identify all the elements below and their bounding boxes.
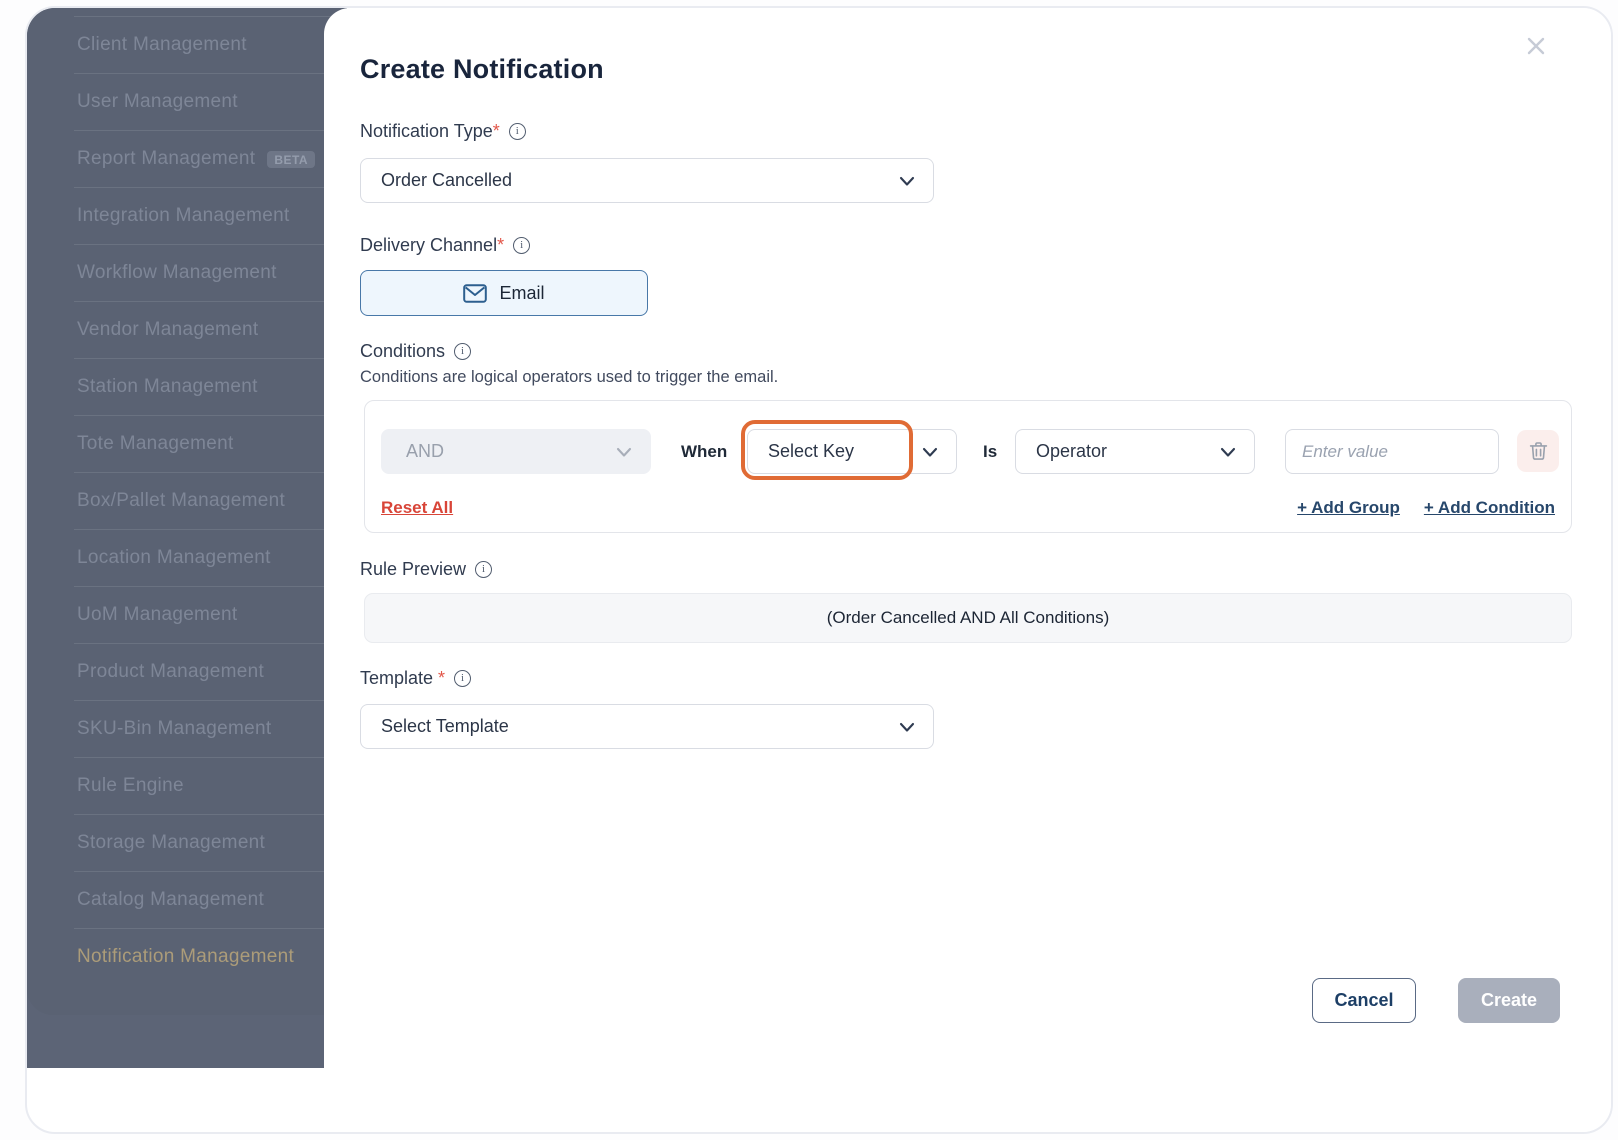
required-asterisk: * xyxy=(438,668,446,688)
template-select[interactable]: Select Template xyxy=(360,704,934,749)
info-icon[interactable]: i xyxy=(454,343,472,360)
sidebar-item-client-management[interactable]: Client Management xyxy=(74,16,347,73)
template-label-row: Template * i xyxy=(360,668,472,689)
sidebar-item-product-management[interactable]: Product Management xyxy=(74,643,347,700)
sidebar-item-station-management[interactable]: Station Management xyxy=(74,358,347,415)
sidebar-item-notification-management[interactable]: Notification Management xyxy=(74,928,347,985)
rule-preview-value: (Order Cancelled AND All Conditions) xyxy=(826,608,1110,627)
sidebar-item-user-management[interactable]: User Management xyxy=(74,73,347,130)
sidebar-item-catalog-management[interactable]: Catalog Management xyxy=(74,871,347,928)
sidebar-item-box-pallet-management[interactable]: Box/Pallet Management xyxy=(74,472,347,529)
sidebar-item-vendor-management[interactable]: Vendor Management xyxy=(74,301,347,358)
notification-type-select[interactable]: Order Cancelled xyxy=(360,158,934,203)
logic-operator-value: AND xyxy=(406,441,445,461)
conditions-description: Conditions are logical operators used to… xyxy=(360,368,779,386)
logic-operator-select[interactable]: AND xyxy=(381,429,651,474)
email-icon xyxy=(463,283,488,303)
template-placeholder: Select Template xyxy=(381,716,509,736)
chevron-down-icon xyxy=(1220,447,1236,457)
create-button[interactable]: Create xyxy=(1458,978,1560,1023)
is-label: Is xyxy=(983,441,998,461)
beta-badge: BETA xyxy=(267,150,316,168)
rule-preview-label-row: Rule Preview i xyxy=(360,559,493,580)
chevron-down-icon xyxy=(899,176,915,186)
info-icon[interactable]: i xyxy=(513,237,531,254)
page-background: Client Management User Management Report… xyxy=(0,0,1618,1140)
required-asterisk: * xyxy=(492,121,500,141)
condition-value-input[interactable] xyxy=(1285,429,1499,474)
rule-preview-label: Rule Preview xyxy=(360,559,467,579)
cancel-button[interactable]: Cancel xyxy=(1312,978,1416,1023)
page-title: Create Notification xyxy=(360,54,604,84)
notification-type-label: Notification Type* xyxy=(360,121,500,141)
conditions-label: Conditions xyxy=(360,341,446,361)
sidebar-item-tote-management[interactable]: Tote Management xyxy=(74,415,347,472)
when-label: When xyxy=(681,441,728,461)
add-group-link[interactable]: + Add Group xyxy=(1297,498,1400,518)
sidebar-item-rule-engine[interactable]: Rule Engine xyxy=(74,757,347,814)
trash-icon xyxy=(1529,442,1547,460)
delivery-channel-email-button[interactable]: Email xyxy=(360,270,648,316)
chevron-down-icon xyxy=(616,447,632,457)
condition-key-select[interactable]: Select Key xyxy=(747,429,957,474)
reset-all-link[interactable]: Reset All xyxy=(381,498,453,518)
notification-type-value: Order Cancelled xyxy=(381,170,513,190)
sidebar-item-integration-management[interactable]: Integration Management xyxy=(74,187,347,244)
delivery-channel-label-row: Delivery Channel* i xyxy=(360,235,531,256)
close-icon[interactable] xyxy=(1522,32,1550,60)
delete-condition-button[interactable] xyxy=(1517,430,1559,472)
info-icon[interactable]: i xyxy=(454,670,472,687)
sidebar-menu: Client Management User Management Report… xyxy=(27,8,347,1015)
sidebar-item-report-management[interactable]: Report Management BETA xyxy=(74,130,347,187)
add-condition-link[interactable]: + Add Condition xyxy=(1424,498,1555,518)
rule-preview-box: (Order Cancelled AND All Conditions) xyxy=(364,593,1572,643)
create-notification-modal: Create Notification Notification Type* i… xyxy=(324,8,1611,1132)
sidebar-item-uom-management[interactable]: UoM Management xyxy=(74,586,347,643)
chevron-down-icon xyxy=(899,722,915,732)
info-icon[interactable]: i xyxy=(475,561,493,578)
sidebar-item-workflow-management[interactable]: Workflow Management xyxy=(74,244,347,301)
condition-actions: + Add Group + Add Condition xyxy=(1297,498,1555,518)
condition-key-placeholder: Select Key xyxy=(768,441,855,461)
conditions-builder: AND When Select Key Is Operator Enter va… xyxy=(364,400,1572,533)
chevron-down-icon xyxy=(922,447,938,457)
required-asterisk: * xyxy=(497,235,505,255)
sidebar-item-location-management[interactable]: Location Management xyxy=(74,529,347,586)
conditions-label-row: Conditions i xyxy=(360,341,472,362)
email-button-label: Email xyxy=(499,282,545,303)
condition-operator-placeholder: Operator xyxy=(1036,441,1108,461)
template-label: Template * xyxy=(360,668,446,688)
info-icon[interactable]: i xyxy=(508,123,526,140)
app-window: Client Management User Management Report… xyxy=(25,6,1613,1134)
sidebar-item-sku-bin-management[interactable]: SKU-Bin Management xyxy=(74,700,347,757)
sidebar: Client Management User Management Report… xyxy=(27,8,347,1068)
notification-type-label-row: Notification Type* i xyxy=(360,121,526,142)
condition-operator-select[interactable]: Operator xyxy=(1015,429,1255,474)
sidebar-item-storage-management[interactable]: Storage Management xyxy=(74,814,347,871)
delivery-channel-label: Delivery Channel* xyxy=(360,235,505,255)
